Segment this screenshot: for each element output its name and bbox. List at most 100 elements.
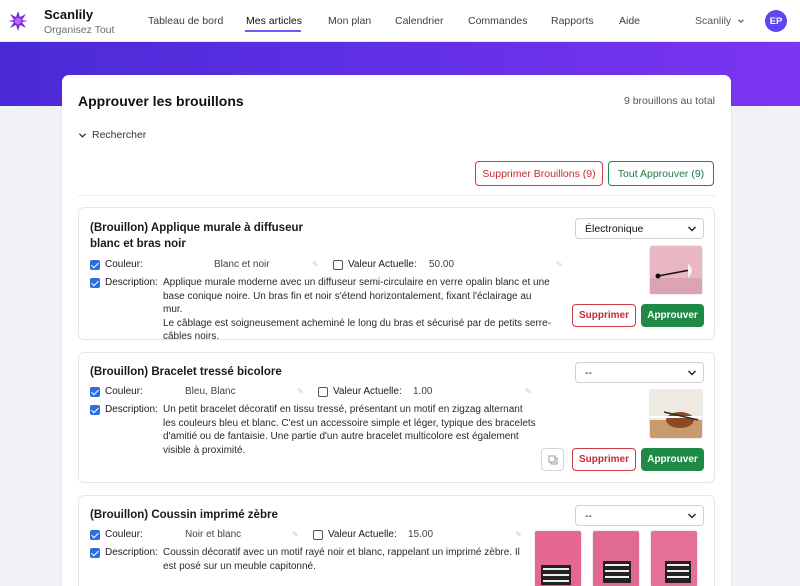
approve-all-button[interactable]: Tout Approuver (9): [608, 161, 714, 186]
color-label: Couleur:: [105, 386, 143, 397]
top-navbar: Scanlily Organisez Tout Tableau de bord …: [0, 0, 800, 42]
description-line: d'amitié ou de fantaisie. Une partie d'u…: [163, 431, 519, 442]
color-field[interactable]: Blanc et noir: [214, 259, 270, 270]
description-line: câbles noirs.: [163, 331, 220, 342]
category-select-value: --: [585, 509, 592, 522]
draft-card: (Brouillon) Bracelet tressé bicolore Cou…: [78, 352, 715, 483]
description-label: Description:: [105, 404, 158, 415]
description-line: Un petit bracelet décoratif en tissu tre…: [163, 404, 523, 415]
current-value-field[interactable]: 15.00: [408, 529, 433, 540]
description-line: est posé sur un meuble capitonné.: [163, 560, 316, 572]
color-checkbox[interactable]: [90, 530, 100, 540]
nav-my-items[interactable]: Mes articles: [245, 15, 328, 32]
description-checkbox[interactable]: [90, 405, 100, 415]
chevron-down-icon: [738, 19, 744, 23]
chevron-down-icon: [688, 513, 696, 519]
edit-pencil-icon[interactable]: ✎: [556, 260, 563, 269]
value-checkbox[interactable]: [318, 387, 328, 397]
chevron-down-icon: [688, 370, 696, 376]
description-checkbox[interactable]: [90, 548, 100, 558]
bracelet-photo-image: [650, 390, 702, 438]
cushion-photo-image: [535, 531, 581, 586]
duplicate-button[interactable]: [541, 448, 564, 471]
user-menu-label: Scanlily: [695, 15, 732, 27]
draft-title-line: (Brouillon) Applique murale à diffuseur: [90, 222, 303, 234]
draft-title: (Brouillon) Applique murale à diffuseur …: [90, 220, 303, 252]
category-select[interactable]: --: [575, 362, 704, 383]
draft-title-line: blanc et bras noir: [90, 238, 186, 250]
logo-icon[interactable]: [8, 11, 28, 31]
item-photo[interactable]: [649, 389, 703, 439]
item-photo[interactable]: [592, 530, 640, 586]
edit-pencil-icon[interactable]: ✎: [312, 260, 319, 269]
nav-dashboard[interactable]: Tableau de bord: [148, 15, 246, 27]
category-select[interactable]: Électronique: [575, 218, 704, 239]
delete-button[interactable]: Supprimer: [572, 304, 636, 327]
value-checkbox[interactable]: [333, 260, 343, 270]
category-select-value: Électronique: [585, 222, 644, 235]
brand-name: Scanlily: [44, 7, 94, 22]
delete-button[interactable]: Supprimer: [572, 448, 636, 471]
page-title: Approuver les brouillons: [78, 93, 244, 109]
description-label: Description:: [105, 277, 158, 288]
copy-icon: [548, 455, 557, 464]
approve-button[interactable]: Approuver: [641, 448, 704, 471]
nav-orders[interactable]: Commandes: [468, 15, 551, 27]
current-value-label: Valeur Actuelle:: [333, 386, 402, 397]
approve-button[interactable]: Approuver: [641, 304, 704, 327]
description-label: Description:: [105, 547, 158, 558]
current-value-field[interactable]: 50.00: [429, 259, 454, 270]
description-line: les couleurs bleu et blanc. C'est un acc…: [163, 417, 536, 429]
description-field[interactable]: Un petit bracelet décoratif en tissu tre…: [163, 403, 543, 457]
color-label: Couleur:: [105, 529, 143, 540]
color-checkbox[interactable]: [90, 387, 100, 397]
edit-pencil-icon[interactable]: ✎: [525, 387, 532, 396]
main-nav: Tableau de bord Mes articles Mon plan Ca…: [148, 15, 659, 32]
current-value-field[interactable]: 1.00: [413, 386, 432, 397]
nav-help[interactable]: Aide: [619, 15, 659, 27]
drafts-count: 9 brouillons au total: [623, 95, 715, 107]
edit-pencil-icon[interactable]: ✎: [515, 530, 522, 539]
description-line: Applique murale moderne avec un diffuseu…: [163, 277, 550, 288]
item-photo[interactable]: [650, 530, 698, 586]
color-checkbox[interactable]: [90, 260, 100, 270]
delete-drafts-button[interactable]: Supprimer Brouillons (9): [475, 161, 603, 186]
category-select-value: --: [585, 366, 592, 379]
item-photo[interactable]: [534, 530, 582, 586]
lamp-photo-image: [650, 246, 702, 294]
nav-my-plan[interactable]: Mon plan: [328, 15, 395, 27]
current-value-label: Valeur Actuelle:: [348, 259, 417, 270]
color-field[interactable]: Noir et blanc: [185, 529, 241, 540]
nav-reports[interactable]: Rapports: [551, 15, 619, 27]
avatar[interactable]: EP: [765, 10, 787, 32]
approve-drafts-panel: Approuver les brouillons 9 brouillons au…: [62, 75, 731, 586]
draft-card: (Brouillon) Coussin imprimé zèbre Couleu…: [78, 495, 715, 586]
category-select[interactable]: --: [575, 505, 704, 526]
cushion-photo-image: [651, 531, 697, 586]
current-value-label: Valeur Actuelle:: [328, 529, 397, 540]
brand-tagline: Organisez Tout: [44, 24, 115, 36]
color-field[interactable]: Bleu, Blanc: [185, 386, 236, 397]
item-photo[interactable]: [649, 245, 703, 295]
search-toggle[interactable]: Rechercher: [78, 129, 146, 141]
divider: [78, 195, 715, 196]
draft-title: (Brouillon) Bracelet tressé bicolore: [90, 366, 282, 378]
color-label: Couleur:: [105, 259, 143, 270]
draft-card: (Brouillon) Applique murale à diffuseur …: [78, 207, 715, 342]
chevron-down-icon: [688, 226, 696, 232]
description-line: base conique noire. Un bras fin et noir …: [163, 290, 532, 316]
nav-calendar[interactable]: Calendrier: [395, 15, 468, 27]
user-menu[interactable]: Scanlily: [695, 15, 745, 27]
value-checkbox[interactable]: [313, 530, 323, 540]
description-checkbox[interactable]: [90, 278, 100, 288]
edit-pencil-icon[interactable]: ✎: [292, 530, 299, 539]
description-line: Le câblage est soigneusement acheminé le…: [163, 317, 552, 329]
chevron-down-icon: [78, 132, 87, 138]
cushion-photo-image: [593, 531, 639, 586]
edit-pencil-icon[interactable]: ✎: [297, 387, 304, 396]
description-line: visible à proximité.: [163, 444, 246, 456]
description-field[interactable]: Applique murale moderne avec un diffuseu…: [163, 276, 553, 344]
description-line: Coussin décoratif avec un motif rayé noi…: [163, 547, 520, 558]
search-label: Rechercher: [92, 129, 147, 141]
description-field[interactable]: Coussin décoratif avec un motif rayé noi…: [163, 546, 523, 573]
